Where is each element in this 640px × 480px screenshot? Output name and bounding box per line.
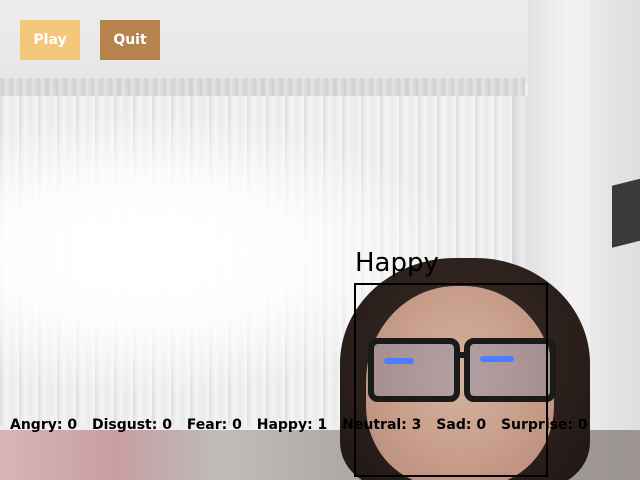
- tv-edge: [612, 178, 640, 248]
- quit-button[interactable]: Quit: [100, 20, 160, 60]
- play-button[interactable]: Play: [20, 20, 80, 60]
- count-angry: Angry: 0: [10, 417, 78, 433]
- count-neutral: Neutral: 3: [342, 417, 422, 433]
- count-fear: Fear: 0: [186, 417, 242, 433]
- count-disgust: Disgust: 0: [91, 417, 172, 433]
- emotion-counts-bar: Angry: 0 Disgust: 0 Fear: 0 Happy: 1 Neu…: [10, 416, 636, 434]
- detected-emotion-label: Happy: [355, 248, 439, 278]
- count-surprise: Surprise: 0: [500, 417, 588, 433]
- count-sad: Sad: 0: [436, 417, 487, 433]
- emotion-game-window: Play Quit Happy Angry: 0 Disgust: 0 Fear…: [0, 0, 640, 480]
- face-detection-box: [354, 283, 548, 477]
- count-happy: Happy: 1: [256, 417, 328, 433]
